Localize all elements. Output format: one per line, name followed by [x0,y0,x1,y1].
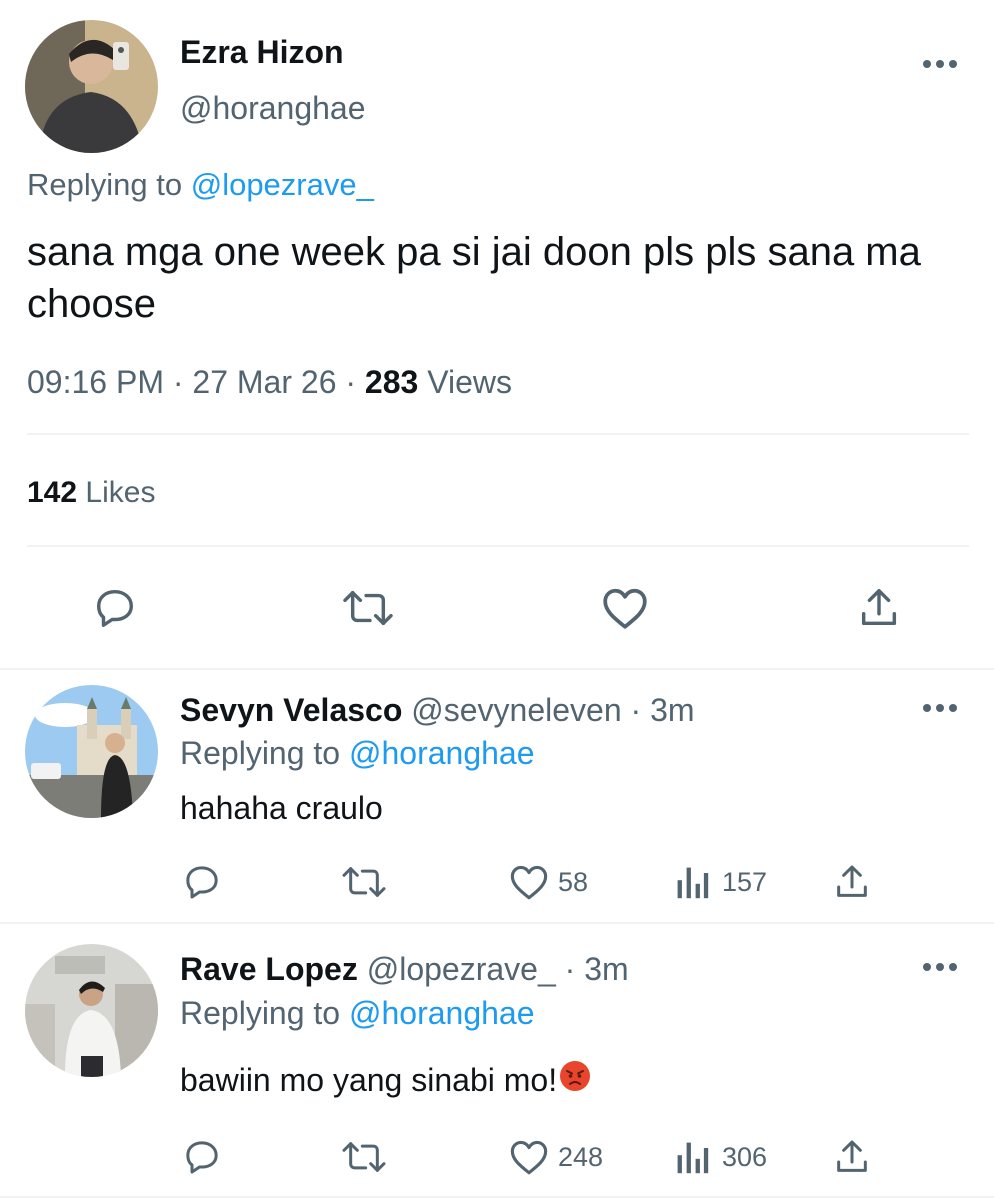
replying-to-link[interactable]: @lopezrave_ [191,167,374,202]
retweet-button[interactable] [338,585,398,631]
retweet-icon [342,1142,386,1172]
share-icon [837,865,867,897]
reply-more-options-button[interactable] [922,961,958,973]
tweet-text: sana mga one week pa si jai doon pls pls… [27,230,921,326]
reply-age[interactable]: 3m [584,951,628,987]
tweet-meta: 09:16 PM · 27 Mar 26 · 283 Views [27,364,512,401]
replying-to-link[interactable]: @horanghae [349,735,535,771]
retweet-icon [342,867,386,897]
reply-handle[interactable]: @sevyneleven [411,692,621,728]
reply-text-line: bawiin mo yang sinabi mo! [180,1060,591,1100]
replying-to-link[interactable]: @horanghae [349,995,535,1031]
views-button[interactable]: 306 [674,1137,767,1177]
likes-count: 142 [27,476,78,509]
like-button[interactable]: 58 [508,862,588,902]
views-count: 306 [722,1141,768,1172]
divider [0,668,994,670]
divider [27,433,969,435]
like-button[interactable]: 248 [508,1137,603,1177]
reply-header: Rave Lopez @lopezrave_ · 3m [180,951,629,988]
share-icon [837,1140,867,1172]
retweet-button[interactable] [338,1137,390,1177]
like-icon [603,588,647,629]
tweet-time[interactable]: 09:16 PM [27,364,164,400]
reply-icon [96,589,134,627]
tweet-date[interactable]: 27 Mar 26 [192,364,336,400]
like-icon [510,865,548,900]
share-button[interactable] [832,1137,872,1177]
more-options-button[interactable] [922,58,958,70]
like-button[interactable] [600,585,650,631]
replying-to-line: Replying to @horanghae [180,735,535,772]
reply-icon [186,866,218,899]
reply-text: hahaha craulo [180,790,383,826]
separator-dot: · [345,364,357,400]
reply-handle[interactable]: @lopezrave_ [367,951,556,987]
share-button[interactable] [832,862,872,902]
reply-display-name[interactable]: Sevyn Velasco [180,692,402,728]
more-icon [923,963,957,971]
separator-dot: · [564,951,576,987]
likes-summary[interactable]: 142 Likes [27,476,155,510]
retweet-icon [343,590,393,626]
avatar-rave[interactable] [25,944,158,1077]
share-icon [861,589,897,626]
views-count: 283 [364,364,419,400]
views-icon [677,867,709,899]
avatar-ezra[interactable] [25,20,158,153]
author-display-name[interactable]: Ezra Hizon [180,34,344,71]
replying-to-line: Replying to @lopezrave_ [27,167,374,203]
angry-face-icon [559,1060,591,1100]
divider [0,922,994,924]
like-count: 58 [558,866,589,897]
reply-button[interactable] [182,862,222,902]
retweet-button[interactable] [338,862,390,902]
more-icon [923,704,957,712]
like-count: 248 [558,1141,604,1172]
views-count: 157 [722,866,768,897]
reply-text: bawiin mo yang sinabi mo! [180,1061,558,1098]
reply-age[interactable]: 3m [650,692,694,728]
reply-header: Sevyn Velasco @sevyneleven · 3m [180,692,695,729]
replying-to-prefix: Replying to [27,167,183,202]
share-button[interactable] [856,585,902,631]
reply-button[interactable] [182,1137,222,1177]
reply-more-options-button[interactable] [922,702,958,714]
reply-display-name[interactable]: Rave Lopez [180,951,358,987]
avatar-sevyn[interactable] [25,685,158,818]
views-button[interactable]: 157 [674,862,767,902]
divider [0,1196,994,1198]
reply-button[interactable] [92,585,138,631]
divider [27,545,969,547]
views-label: Views [427,364,512,400]
reply-icon [186,1141,218,1174]
likes-label: Likes [85,476,156,509]
author-handle[interactable]: @horanghae [180,90,366,127]
like-icon [510,1140,548,1175]
replying-to-prefix: Replying to [180,735,341,771]
views-icon [677,1142,709,1174]
replying-to-line: Replying to @horanghae [180,995,535,1032]
replying-to-prefix: Replying to [180,995,341,1031]
separator-dot: · [172,364,184,400]
separator-dot: · [630,692,642,728]
more-icon [923,60,957,68]
